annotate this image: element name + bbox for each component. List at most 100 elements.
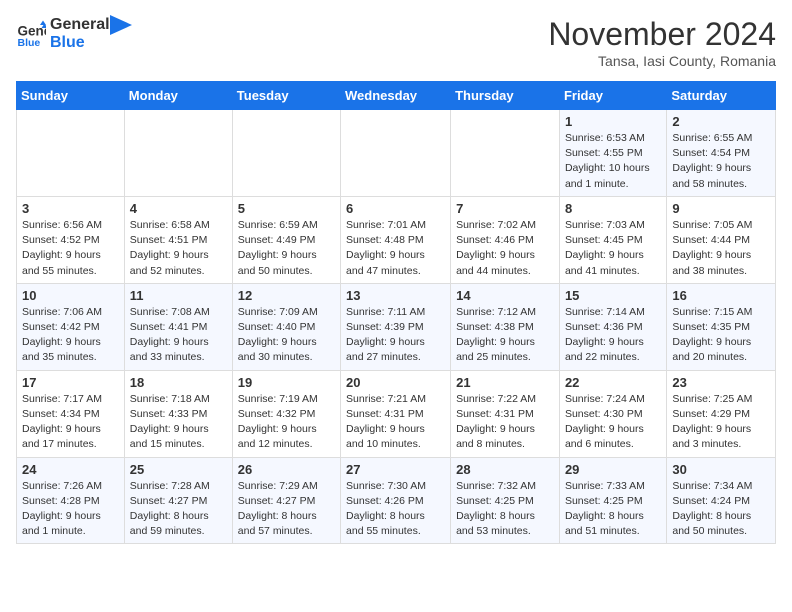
- calendar-cell: [341, 110, 451, 197]
- day-info: Sunrise: 6:56 AM Sunset: 4:52 PM Dayligh…: [22, 218, 119, 279]
- day-info: Sunrise: 7:01 AM Sunset: 4:48 PM Dayligh…: [346, 218, 445, 279]
- day-number: 11: [130, 288, 227, 303]
- day-info: Sunrise: 7:11 AM Sunset: 4:39 PM Dayligh…: [346, 305, 445, 366]
- header: General Blue General Blue November 2024 …: [16, 16, 776, 69]
- day-number: 30: [672, 462, 770, 477]
- day-info: Sunrise: 7:28 AM Sunset: 4:27 PM Dayligh…: [130, 479, 227, 540]
- day-info: Sunrise: 7:18 AM Sunset: 4:33 PM Dayligh…: [130, 392, 227, 453]
- day-number: 27: [346, 462, 445, 477]
- calendar-cell: 27 Sunrise: 7:30 AM Sunset: 4:26 PM Dayli…: [341, 457, 451, 544]
- day-number: 19: [238, 375, 335, 390]
- day-number: 28: [456, 462, 554, 477]
- calendar-row: 24Sunrise: 7:26 AM Sunset: 4:28 PM Dayli…: [17, 457, 776, 544]
- day-info: Sunrise: 7:05 AM Sunset: 4:44 PM Dayligh…: [672, 218, 770, 279]
- calendar-cell: 14 Sunrise: 7:12 AM Sunset: 4:38 PM Dayli…: [451, 283, 560, 370]
- day-info: Sunrise: 7:21 AM Sunset: 4:31 PM Dayligh…: [346, 392, 445, 453]
- svg-text:General: General: [18, 23, 47, 38]
- day-info: Sunrise: 7:14 AM Sunset: 4:36 PM Dayligh…: [565, 305, 661, 366]
- header-row: SundayMondayTuesdayWednesdayThursdayFrid…: [17, 82, 776, 110]
- day-number: 29: [565, 462, 661, 477]
- calendar-cell: 29 Sunrise: 7:33 AM Sunset: 4:25 PM Dayli…: [559, 457, 666, 544]
- day-info: Sunrise: 7:17 AM Sunset: 4:34 PM Dayligh…: [22, 392, 119, 453]
- calendar-cell: 2 Sunrise: 6:55 AM Sunset: 4:54 PM Daylig…: [667, 110, 776, 197]
- calendar-cell: 18 Sunrise: 7:18 AM Sunset: 4:33 PM Dayli…: [124, 370, 232, 457]
- logo-arrow-icon: [110, 15, 132, 43]
- day-number: 24: [22, 462, 119, 477]
- day-number: 3: [22, 201, 119, 216]
- day-number: 6: [346, 201, 445, 216]
- calendar-row: 1 Sunrise: 6:53 AM Sunset: 4:55 PM Daylig…: [17, 110, 776, 197]
- calendar-cell: 25 Sunrise: 7:28 AM Sunset: 4:27 PM Dayli…: [124, 457, 232, 544]
- day-info: Sunrise: 7:06 AM Sunset: 4:42 PM Dayligh…: [22, 305, 119, 366]
- header-day: Wednesday: [341, 82, 451, 110]
- day-number: 1: [565, 114, 661, 129]
- svg-text:Blue: Blue: [18, 37, 41, 49]
- day-number: 12: [238, 288, 335, 303]
- calendar-cell: 22 Sunrise: 7:24 AM Sunset: 4:30 PM Dayli…: [559, 370, 666, 457]
- day-info: Sunrise: 7:09 AM Sunset: 4:40 PM Dayligh…: [238, 305, 335, 366]
- calendar-cell: 6 Sunrise: 7:01 AM Sunset: 4:48 PM Daylig…: [341, 196, 451, 283]
- day-number: 13: [346, 288, 445, 303]
- calendar-cell: 26 Sunrise: 7:29 AM Sunset: 4:27 PM Dayli…: [232, 457, 340, 544]
- location: Tansa, Iasi County, Romania: [548, 53, 776, 69]
- day-info: Sunrise: 7:30 AM Sunset: 4:26 PM Dayligh…: [346, 479, 445, 540]
- day-number: 7: [456, 201, 554, 216]
- calendar-cell: 11 Sunrise: 7:08 AM Sunset: 4:41 PM Dayli…: [124, 283, 232, 370]
- day-info: Sunrise: 7:32 AM Sunset: 4:25 PM Dayligh…: [456, 479, 554, 540]
- day-number: 5: [238, 201, 335, 216]
- calendar-cell: 5 Sunrise: 6:59 AM Sunset: 4:49 PM Daylig…: [232, 196, 340, 283]
- day-number: 26: [238, 462, 335, 477]
- day-number: 8: [565, 201, 661, 216]
- calendar-cell: [124, 110, 232, 197]
- day-info: Sunrise: 6:59 AM Sunset: 4:49 PM Dayligh…: [238, 218, 335, 279]
- day-number: 2: [672, 114, 770, 129]
- calendar-cell: 7 Sunrise: 7:02 AM Sunset: 4:46 PM Daylig…: [451, 196, 560, 283]
- day-info: Sunrise: 6:53 AM Sunset: 4:55 PM Dayligh…: [565, 131, 661, 192]
- calendar-cell: 13 Sunrise: 7:11 AM Sunset: 4:39 PM Dayli…: [341, 283, 451, 370]
- day-number: 15: [565, 288, 661, 303]
- calendar-cell: 19 Sunrise: 7:19 AM Sunset: 4:32 PM Dayli…: [232, 370, 340, 457]
- calendar-cell: 24Sunrise: 7:26 AM Sunset: 4:28 PM Dayli…: [17, 457, 125, 544]
- calendar-cell: 10 Sunrise: 7:06 AM Sunset: 4:42 PM Dayli…: [17, 283, 125, 370]
- day-info: Sunrise: 6:55 AM Sunset: 4:54 PM Dayligh…: [672, 131, 770, 192]
- calendar-cell: 21 Sunrise: 7:22 AM Sunset: 4:31 PM Dayli…: [451, 370, 560, 457]
- day-info: Sunrise: 7:19 AM Sunset: 4:32 PM Dayligh…: [238, 392, 335, 453]
- day-number: 17: [22, 375, 119, 390]
- calendar-table: SundayMondayTuesdayWednesdayThursdayFrid…: [16, 81, 776, 544]
- header-day: Tuesday: [232, 82, 340, 110]
- calendar-row: 3 Sunrise: 6:56 AM Sunset: 4:52 PM Daylig…: [17, 196, 776, 283]
- title-block: November 2024 Tansa, Iasi County, Romani…: [548, 16, 776, 69]
- calendar-cell: 23Sunrise: 7:25 AM Sunset: 4:29 PM Dayli…: [667, 370, 776, 457]
- day-number: 18: [130, 375, 227, 390]
- day-info: Sunrise: 7:24 AM Sunset: 4:30 PM Dayligh…: [565, 392, 661, 453]
- day-info: Sunrise: 7:29 AM Sunset: 4:27 PM Dayligh…: [238, 479, 335, 540]
- calendar-cell: 30Sunrise: 7:34 AM Sunset: 4:24 PM Dayli…: [667, 457, 776, 544]
- day-info: Sunrise: 7:22 AM Sunset: 4:31 PM Dayligh…: [456, 392, 554, 453]
- calendar-cell: 20Sunrise: 7:21 AM Sunset: 4:31 PM Dayli…: [341, 370, 451, 457]
- logo-icon: General Blue: [16, 19, 46, 49]
- day-number: 9: [672, 201, 770, 216]
- calendar-cell: [451, 110, 560, 197]
- day-number: 25: [130, 462, 227, 477]
- header-day: Monday: [124, 82, 232, 110]
- calendar-cell: 16Sunrise: 7:15 AM Sunset: 4:35 PM Dayli…: [667, 283, 776, 370]
- calendar-cell: 28 Sunrise: 7:32 AM Sunset: 4:25 PM Dayli…: [451, 457, 560, 544]
- day-number: 16: [672, 288, 770, 303]
- day-info: Sunrise: 6:58 AM Sunset: 4:51 PM Dayligh…: [130, 218, 227, 279]
- day-info: Sunrise: 7:08 AM Sunset: 4:41 PM Dayligh…: [130, 305, 227, 366]
- calendar-cell: 3 Sunrise: 6:56 AM Sunset: 4:52 PM Daylig…: [17, 196, 125, 283]
- calendar-cell: [232, 110, 340, 197]
- day-number: 21: [456, 375, 554, 390]
- day-number: 10: [22, 288, 119, 303]
- day-info: Sunrise: 7:33 AM Sunset: 4:25 PM Dayligh…: [565, 479, 661, 540]
- day-info: Sunrise: 7:02 AM Sunset: 4:46 PM Dayligh…: [456, 218, 554, 279]
- calendar-cell: [17, 110, 125, 197]
- day-info: Sunrise: 7:12 AM Sunset: 4:38 PM Dayligh…: [456, 305, 554, 366]
- day-number: 14: [456, 288, 554, 303]
- calendar-cell: 9 Sunrise: 7:05 AM Sunset: 4:44 PM Daylig…: [667, 196, 776, 283]
- day-number: 4: [130, 201, 227, 216]
- header-day: Friday: [559, 82, 666, 110]
- logo-general: General: [50, 16, 110, 34]
- logo-blue: Blue: [50, 34, 110, 52]
- day-number: 22: [565, 375, 661, 390]
